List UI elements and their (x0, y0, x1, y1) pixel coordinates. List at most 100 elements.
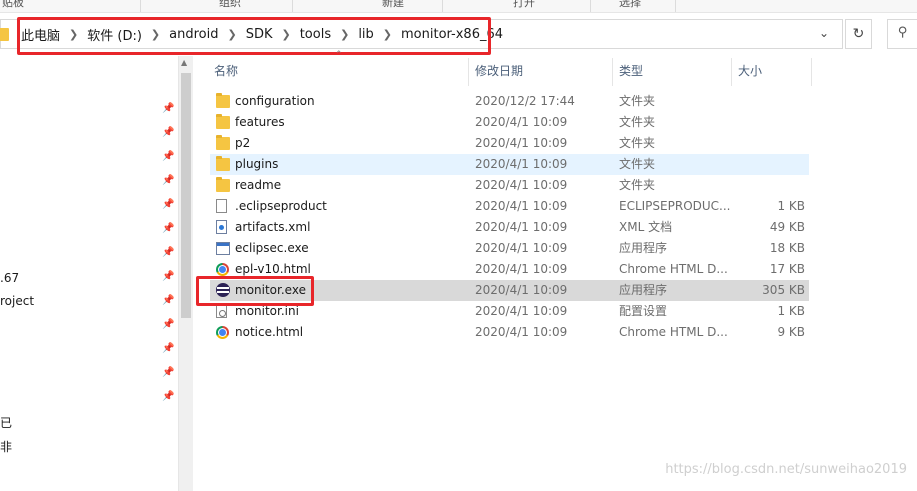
ribbon-group-new[interactable]: 新建 (382, 0, 404, 10)
pin-icon[interactable]: 📌 (162, 103, 174, 114)
refresh-icon: ↻ (852, 26, 865, 42)
pin-icon[interactable]: 📌 (162, 295, 174, 306)
folder-icon (216, 156, 230, 171)
file-date: 2020/4/1 10:09 (475, 115, 568, 129)
folder-icon (216, 114, 230, 129)
chrome-icon (216, 326, 229, 339)
nav-item-fragment[interactable]: roject (0, 294, 34, 308)
ini-file-icon (216, 304, 227, 318)
ribbon-divider (675, 0, 676, 12)
file-size: 18 KB (769, 241, 805, 255)
ribbon-divider (590, 0, 591, 12)
file-date: 2020/4/1 10:09 (475, 178, 568, 192)
pin-icon[interactable]: 📌 (162, 127, 174, 138)
column-divider[interactable] (731, 58, 732, 86)
pin-icon[interactable]: 📌 (162, 391, 174, 402)
pin-icon[interactable]: 📌 (162, 199, 174, 210)
list-item[interactable]: artifacts.xml 2020/4/1 10:09 XML 文档 49 K… (210, 217, 809, 238)
file-type: 文件夹 (619, 157, 656, 171)
column-header-row: ⌃ 名称 修改日期 类型 大小 (193, 50, 917, 86)
list-item[interactable]: features 2020/4/1 10:09 文件夹 (210, 112, 809, 133)
scrollbar-thumb[interactable] (181, 73, 191, 318)
file-name: .eclipseproduct (235, 199, 327, 213)
file-date: 2020/4/1 10:09 (475, 157, 568, 171)
file-size: 49 KB (769, 220, 805, 234)
file-icon (216, 199, 227, 213)
ribbon-group-select[interactable]: 选择 (619, 0, 641, 10)
file-size: 9 KB (777, 325, 805, 339)
file-type: Chrome HTML D... (619, 262, 728, 276)
ribbon-group-open[interactable]: 打开 (513, 0, 535, 10)
monitor-exe-highlight-box (196, 276, 314, 306)
list-item[interactable]: eclipsec.exe 2020/4/1 10:09 应用程序 18 KB (210, 238, 809, 259)
file-type: ECLIPSEPRODUC... (619, 199, 731, 213)
column-header-size[interactable]: 大小 (738, 56, 762, 86)
file-date: 2020/4/1 10:09 (475, 304, 568, 318)
navigation-pane: 📌 📌 📌 📌 📌 📌 📌 📌 📌 📌 📌 📌 📌 .67 roject 已 非 (0, 56, 178, 491)
refresh-button[interactable]: ↻ (845, 19, 872, 49)
list-item[interactable]: .eclipseproduct 2020/4/1 10:09 ECLIPSEPR… (210, 196, 809, 217)
ribbon-bar: 贴板 组织 新建 打开 选择 (0, 0, 917, 13)
pin-icon[interactable]: 📌 (162, 367, 174, 378)
pin-icon[interactable]: 📌 (162, 223, 174, 234)
folder-icon (0, 28, 9, 41)
pin-icon[interactable]: 📌 (162, 271, 174, 282)
folder-icon (216, 177, 230, 192)
pin-icon[interactable]: 📌 (162, 151, 174, 162)
list-item[interactable]: notice.html 2020/4/1 10:09 Chrome HTML D… (210, 322, 809, 343)
file-date: 2020/4/1 10:09 (475, 220, 568, 234)
ribbon-divider (442, 0, 443, 12)
file-type: XML 文档 (619, 220, 673, 234)
file-date: 2020/4/1 10:09 (475, 241, 568, 255)
column-divider[interactable] (811, 58, 812, 86)
file-name: features (235, 115, 285, 129)
chrome-icon (216, 263, 229, 276)
folder-icon (216, 135, 230, 150)
pin-icon[interactable]: 📌 (162, 247, 174, 258)
file-type: 文件夹 (619, 115, 656, 129)
file-type: 文件夹 (619, 136, 656, 150)
nav-item-fragment[interactable]: 已 (0, 414, 12, 431)
pin-icon[interactable]: 📌 (162, 175, 174, 186)
xml-file-icon (216, 220, 227, 234)
file-type: 应用程序 (619, 241, 668, 255)
file-size: 17 KB (769, 262, 805, 276)
nav-scrollbar[interactable]: ▲ (178, 56, 193, 491)
list-item[interactable]: configuration 2020/12/2 17:44 文件夹 (210, 91, 809, 112)
column-divider[interactable] (468, 58, 469, 86)
list-item[interactable]: p2 2020/4/1 10:09 文件夹 (210, 133, 809, 154)
watermark-text: https://blog.csdn.net/sunweihao2019 (665, 462, 907, 477)
file-type: 文件夹 (619, 94, 656, 108)
exe-icon (216, 242, 230, 255)
ribbon-divider (140, 0, 141, 12)
file-type: 配置设置 (619, 304, 668, 318)
file-list: ⌃ 名称 修改日期 类型 大小 configuration 2020/12/2 … (193, 50, 917, 491)
nav-item-fragment[interactable]: 非 (0, 438, 12, 455)
file-date: 2020/4/1 10:09 (475, 136, 568, 150)
column-divider[interactable] (612, 58, 613, 86)
ribbon-group-clipboard[interactable]: 贴板 (2, 0, 24, 10)
column-header-type[interactable]: 类型 (619, 56, 643, 86)
file-name: artifacts.xml (235, 220, 311, 234)
nav-item-fragment[interactable]: .67 (0, 271, 19, 285)
pin-icon[interactable]: 📌 (162, 319, 174, 330)
scroll-up-icon[interactable]: ▲ (181, 58, 187, 67)
list-item-hovered[interactable]: plugins 2020/4/1 10:09 文件夹 (210, 154, 809, 175)
file-date: 2020/4/1 10:09 (475, 283, 568, 297)
file-size: 305 KB (762, 283, 805, 297)
file-type: 文件夹 (619, 178, 656, 192)
file-name: configuration (235, 94, 315, 108)
list-item[interactable]: readme 2020/4/1 10:09 文件夹 (210, 175, 809, 196)
search-input[interactable]: ⚲ (887, 19, 917, 49)
file-name: readme (235, 178, 282, 192)
ribbon-group-organize[interactable]: 组织 (219, 0, 241, 10)
file-type: 应用程序 (619, 283, 668, 297)
file-date: 2020/4/1 10:09 (475, 199, 568, 213)
pin-icon[interactable]: 📌 (162, 343, 174, 354)
column-header-date[interactable]: 修改日期 (475, 56, 523, 86)
chevron-down-icon[interactable]: ⌄ (819, 26, 829, 40)
column-header-name[interactable]: 名称 (214, 56, 238, 86)
ribbon-divider (292, 0, 293, 12)
file-name: p2 (235, 136, 251, 150)
file-date: 2020/4/1 10:09 (475, 325, 568, 339)
